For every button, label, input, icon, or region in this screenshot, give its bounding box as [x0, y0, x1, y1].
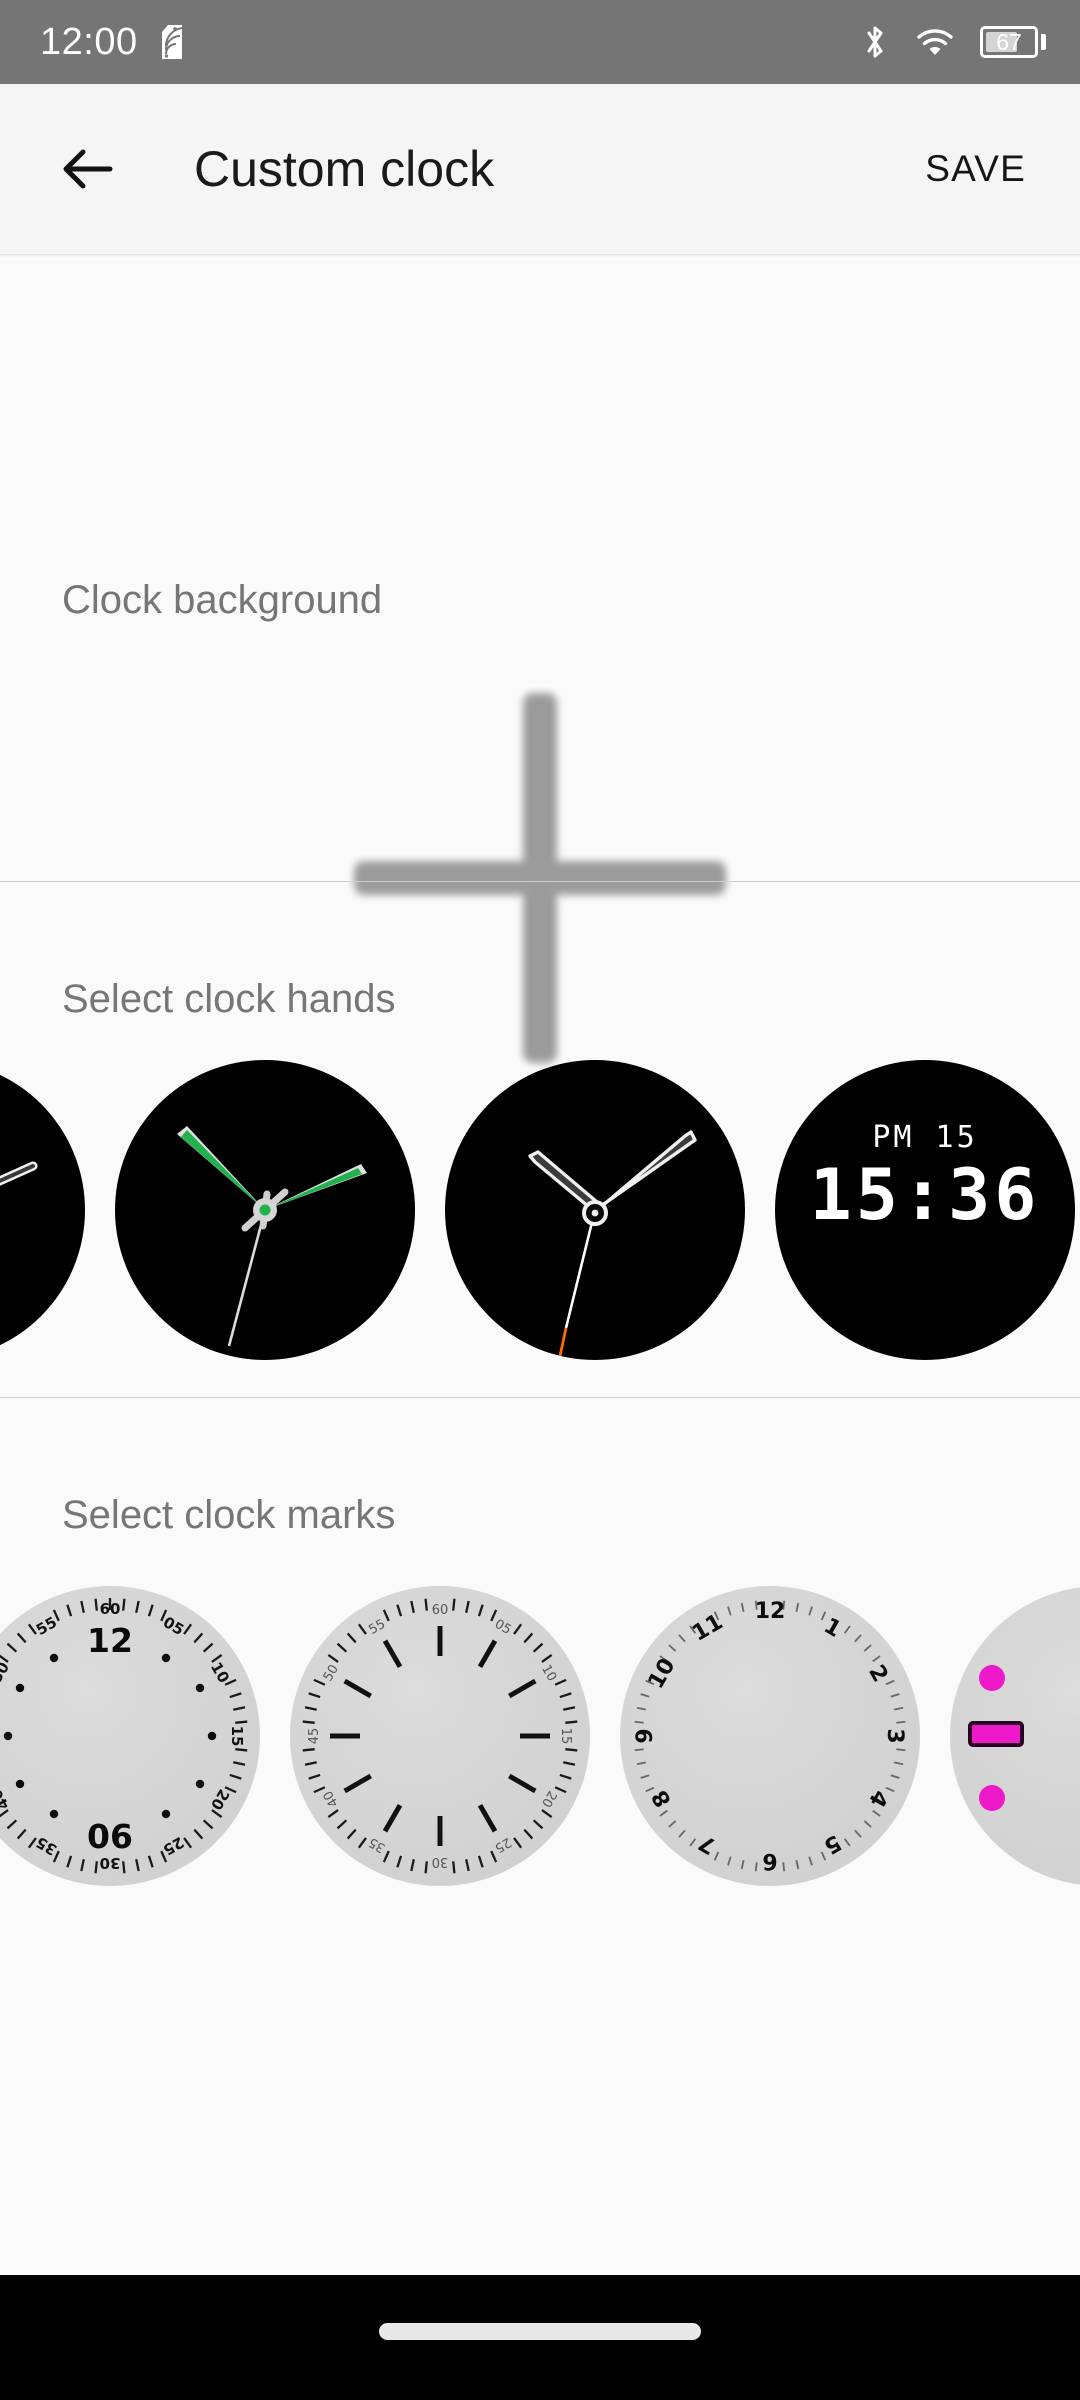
- clock-hands-carousel[interactable]: PM 15 15:36: [0, 1060, 1080, 1360]
- svg-text:15: 15: [558, 1728, 573, 1745]
- back-button[interactable]: [52, 133, 124, 205]
- svg-text:35: 35: [366, 1834, 388, 1855]
- section-label-clock-hands: Select clock hands: [62, 977, 396, 1021]
- svg-text:3: 3: [882, 1728, 907, 1743]
- clock-hands-option-green[interactable]: [115, 1060, 415, 1360]
- svg-text:25: 25: [492, 1834, 514, 1855]
- battery-icon: 67: [980, 26, 1046, 58]
- status-bar-right: 67: [860, 22, 1046, 62]
- status-bar-clock: 12:00: [40, 21, 138, 63]
- battery-cap: [1041, 34, 1046, 50]
- navigation-bar: [0, 2275, 1080, 2400]
- save-button[interactable]: SAVE: [911, 130, 1040, 208]
- svg-text:10: 10: [644, 1654, 681, 1693]
- nfc-tag-icon: [158, 23, 186, 61]
- svg-text:60: 60: [432, 1603, 449, 1618]
- clock-marks-option-hour-numerals[interactable]: 12 1 2 3 4 5 6 7 8 9 10 11: [620, 1586, 920, 1886]
- app-bar-shadow: [0, 254, 1080, 257]
- svg-text:50: 50: [0, 1659, 13, 1686]
- arrow-left-icon: [62, 147, 114, 191]
- mark-hour-numeral-12: 12: [87, 1621, 133, 1660]
- section-clock-marks: Select clock marks 60 05 10 15 20 25 30 …: [0, 1398, 1080, 1958]
- svg-text:40: 40: [321, 1788, 342, 1810]
- status-bar: 12:00 67: [0, 0, 1080, 84]
- bluetooth-icon: [860, 22, 890, 62]
- clock-marks-option-minute-batons[interactable]: 60 05 10 15 20 25 30 35 40 45 50 55: [290, 1586, 590, 1886]
- digital-ampm-label: PM 15: [872, 1120, 978, 1155]
- svg-text:20: 20: [538, 1788, 559, 1810]
- svg-text:30: 30: [432, 1854, 449, 1869]
- home-gesture-pill[interactable]: [379, 2323, 701, 2340]
- status-bar-left: 12:00: [40, 23, 186, 61]
- section-label-clock-background: Clock background: [62, 578, 383, 622]
- app-bar: Custom clock SAVE: [0, 84, 1080, 254]
- wifi-icon: [916, 26, 954, 58]
- clock-marks-carousel[interactable]: 60 05 10 15 20 25 30 35 40 45 50 55: [0, 1576, 1080, 1896]
- svg-text:30: 30: [100, 1854, 121, 1872]
- clock-hands-option-white-orange[interactable]: [445, 1060, 745, 1360]
- clock-marks-option-magenta[interactable]: [950, 1586, 1080, 1886]
- svg-text:6: 6: [762, 1848, 777, 1873]
- clock-marks-option-minute-numerals[interactable]: 60 05 10 15 20 25 30 35 40 45 50 55: [0, 1586, 260, 1886]
- digital-time-label: 15:36: [809, 1154, 1041, 1236]
- mark-hour-numeral-06: 06: [87, 1817, 133, 1856]
- page-title: Custom clock: [194, 141, 495, 197]
- section-label-clock-marks: Select clock marks: [62, 1493, 396, 1537]
- clock-hands-option-partial-left[interactable]: [0, 1060, 85, 1360]
- clock-hands-option-digital[interactable]: PM 15 15:36: [775, 1060, 1075, 1360]
- svg-text:9: 9: [633, 1728, 658, 1743]
- svg-text:50: 50: [321, 1662, 342, 1684]
- svg-text:11: 11: [688, 1610, 727, 1647]
- svg-text:10: 10: [538, 1662, 559, 1684]
- svg-text:55: 55: [366, 1617, 388, 1638]
- svg-text:05: 05: [492, 1617, 514, 1638]
- svg-text:15: 15: [228, 1726, 246, 1747]
- section-clock-background: Clock background: [0, 258, 1080, 1063]
- battery-percent-label: 67: [996, 28, 1022, 55]
- svg-text:12: 12: [755, 1599, 786, 1624]
- svg-text:40: 40: [0, 1786, 13, 1813]
- screen-root: 12:00 67 Custom clock SAVE Clock backgro…: [0, 0, 1080, 2400]
- section-clock-hands: Select clock hands PM 15 15:36: [0, 882, 1080, 1397]
- svg-text:60: 60: [100, 1600, 121, 1618]
- svg-text:45: 45: [307, 1728, 322, 1745]
